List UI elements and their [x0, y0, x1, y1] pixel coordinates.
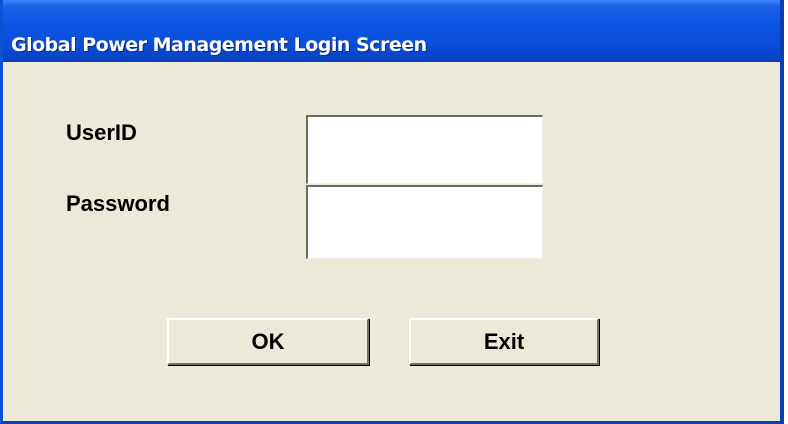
userid-label: UserID: [66, 120, 137, 145]
exit-button[interactable]: Exit: [409, 318, 599, 365]
login-form: UserID Password OK Exit: [3, 62, 780, 421]
password-label: Password: [66, 191, 170, 216]
window-title: Global Power Management Login Screen: [11, 34, 427, 56]
login-window: Global Power Management Login Screen Use…: [0, 0, 784, 424]
userid-input[interactable]: [306, 115, 543, 184]
password-input[interactable]: [306, 185, 543, 259]
title-bar[interactable]: Global Power Management Login Screen: [3, 0, 780, 62]
ok-button[interactable]: OK: [167, 318, 369, 365]
